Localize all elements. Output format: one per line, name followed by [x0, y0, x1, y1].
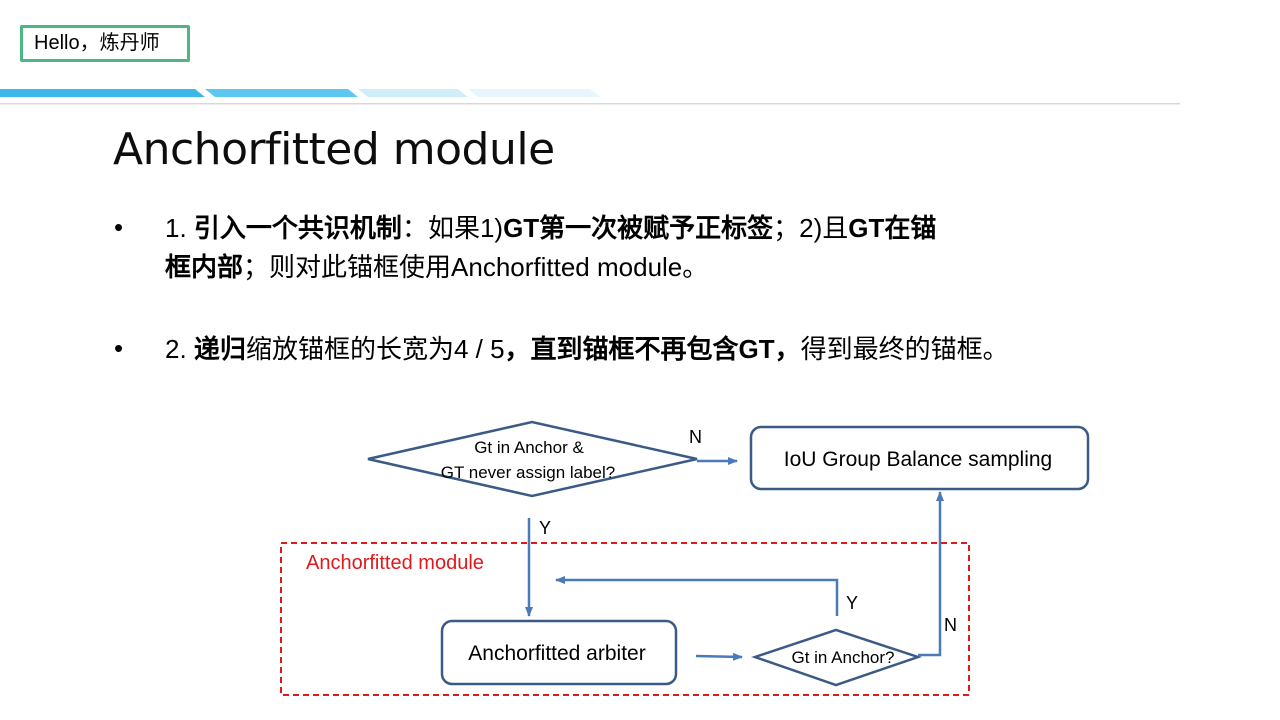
decision-2-label: Gt in Anchor?: [791, 648, 894, 667]
decision-1-line-1: Gt in Anchor &: [474, 438, 584, 457]
arrow-loop-back-yes: [555, 576, 839, 616]
arbiter-box-label: Anchorfitted arbiter: [468, 642, 645, 665]
iou-box-label: IoU Group Balance sampling: [784, 448, 1052, 471]
decision-1-line-2: GT never assign label?: [441, 463, 616, 482]
label-y-top: Y: [539, 518, 551, 538]
label-n-right: N: [944, 615, 957, 635]
label-n-top: N: [689, 427, 702, 447]
anchorfitted-group-label: Anchorfitted module: [306, 552, 484, 574]
label-y-right: Y: [846, 593, 858, 613]
decision-gt-in-anchor-never-assigned: [367, 420, 698, 498]
flowchart: Anchorfitted module Gt in Anchor & GT ne…: [280, 420, 1090, 696]
arrow-arbiter-to-decision2: [695, 652, 743, 661]
arrow-decision2-to-iou: [918, 491, 944, 657]
